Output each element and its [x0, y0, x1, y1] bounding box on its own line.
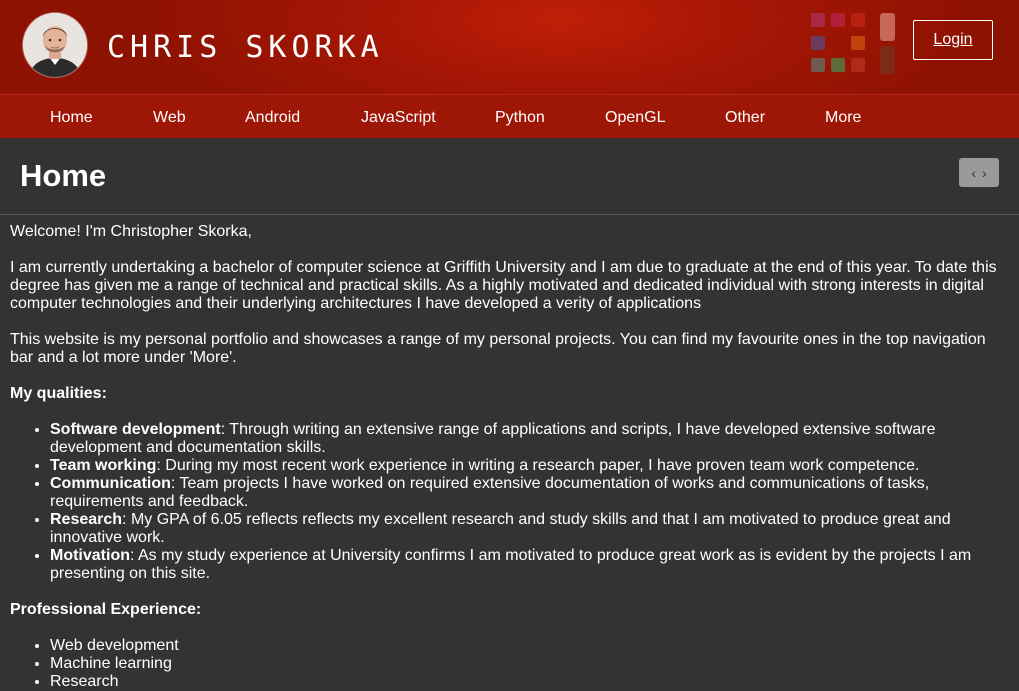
nav-item-more[interactable]: More	[825, 95, 861, 138]
quality-term: Communication	[50, 475, 171, 492]
square-icon	[831, 13, 845, 27]
square-icon	[851, 13, 865, 27]
nav-item-android[interactable]: Android	[245, 95, 300, 138]
page-title: Home	[20, 158, 107, 193]
bar-icon	[880, 13, 895, 41]
qualities-heading: My qualities:	[10, 385, 1009, 403]
quality-term: Software development	[50, 421, 221, 438]
nav-item-other[interactable]: Other	[725, 95, 765, 138]
site-header: CHRIS SKORKA Login	[0, 0, 1019, 95]
experience-heading: Professional Experience:	[10, 601, 1009, 619]
list-item: Research: My GPA of 6.05 reflects reflec…	[50, 511, 1009, 547]
square-icon	[811, 13, 825, 27]
quality-text: : Team projects I have worked on require…	[50, 475, 930, 510]
decorative-squares	[811, 13, 901, 75]
quality-text: : During my most recent work experience …	[156, 457, 920, 474]
quality-term: Research	[50, 511, 123, 528]
square-icon	[811, 36, 825, 50]
quality-term: Team working	[50, 457, 157, 474]
list-item: Software development: Through writing an…	[50, 421, 1009, 457]
list-item: Machine learning	[50, 655, 1009, 673]
qualities-heading-text: My qualities:	[10, 385, 107, 402]
chevron-left-icon[interactable]: ‹	[971, 165, 976, 181]
bar-icon	[880, 46, 895, 74]
pager-buttons[interactable]: ‹ ›	[959, 158, 999, 187]
square-icon	[851, 58, 865, 72]
nav-item-python[interactable]: Python	[495, 95, 545, 138]
portfolio-paragraph: This website is my personal portfolio an…	[10, 331, 986, 366]
quality-text: : As my study experience at University c…	[50, 547, 972, 582]
chevron-right-icon[interactable]: ›	[982, 165, 987, 181]
nav-item-web[interactable]: Web	[153, 95, 186, 138]
page-header: Home ‹ ›	[0, 138, 1019, 215]
site-title[interactable]: CHRIS SKORKA	[107, 30, 384, 65]
experience-list: Web development Machine learning Researc…	[10, 637, 1009, 691]
list-item: Research	[50, 673, 1009, 691]
nav-item-opengl[interactable]: OpenGL	[605, 95, 665, 138]
nav-item-home[interactable]: Home	[50, 95, 93, 138]
list-item: Communication: Team projects I have work…	[50, 475, 1009, 511]
list-item: Team working: During my most recent work…	[50, 457, 1009, 475]
main-content: Welcome! I'm Christopher Skorka, I am cu…	[0, 215, 1019, 691]
square-icon	[811, 58, 825, 72]
list-item: Web development	[50, 637, 1009, 655]
experience-heading-text: Professional Experience:	[10, 601, 202, 618]
quality-text: : My GPA of 6.05 reflects reflects my ex…	[50, 511, 951, 546]
login-button[interactable]: Login	[913, 20, 993, 60]
square-icon	[831, 58, 845, 72]
square-icon	[851, 36, 865, 50]
intro-paragraph: I am currently undertaking a bachelor of…	[10, 259, 997, 312]
avatar[interactable]	[23, 13, 87, 77]
top-navigation: Home Web Android JavaScript Python OpenG…	[0, 95, 1019, 138]
list-item: Motivation: As my study experience at Un…	[50, 547, 1009, 583]
quality-term: Motivation	[50, 547, 130, 564]
nav-item-javascript[interactable]: JavaScript	[361, 95, 436, 138]
profile-photo	[23, 13, 87, 77]
welcome-text: Welcome! I'm Christopher Skorka,	[10, 223, 252, 240]
qualities-list: Software development: Through writing an…	[10, 421, 1009, 583]
